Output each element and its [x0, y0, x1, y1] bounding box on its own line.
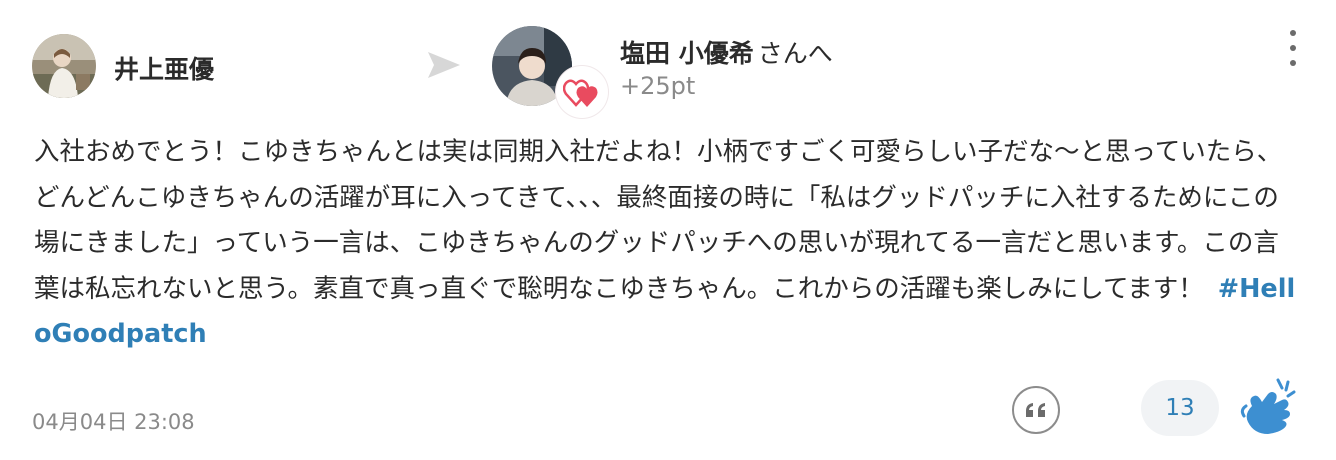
message-body: 入社おめでとう！こゆきちゃんとは実は同期入社だよね！小柄ですごく可愛らしい子だな… — [34, 130, 1304, 358]
clap-button[interactable] — [1238, 376, 1298, 438]
quote-button[interactable] — [1012, 386, 1060, 434]
quote-icon — [1026, 403, 1045, 417]
sender-name[interactable]: 井上亜優 — [114, 50, 214, 86]
recipient-line: 塩田 小優希 さんへ — [620, 34, 833, 70]
more-options-icon[interactable] — [1280, 30, 1306, 66]
hearts-icon — [556, 66, 608, 118]
clap-count[interactable]: 13 — [1141, 380, 1219, 436]
recipient-name[interactable]: 塩田 小優希 — [620, 39, 754, 68]
points-awarded: +25pt — [620, 72, 696, 100]
message-text: 入社おめでとう！こゆきちゃんとは実は同期入社だよね！小柄ですごく可愛らしい子だな… — [34, 137, 1283, 304]
clapping-hands-icon — [1240, 378, 1296, 434]
sender-avatar[interactable] — [32, 34, 96, 98]
post-timestamp: 04月04日 23:08 — [32, 410, 195, 434]
send-arrow-icon — [426, 50, 462, 80]
recipient-suffix: さんへ — [757, 39, 833, 68]
